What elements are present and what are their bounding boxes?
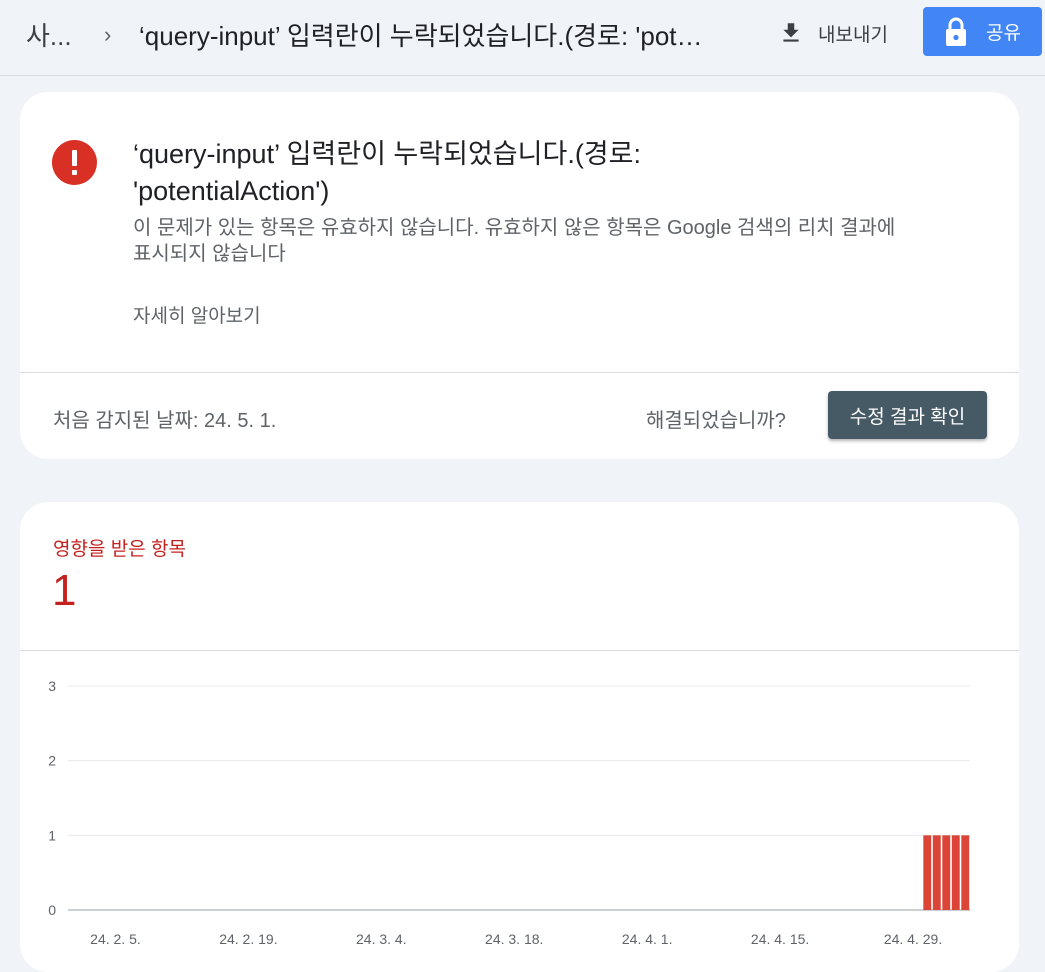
export-button[interactable]: 내보내기 [778,14,888,52]
top-bar: 사... › ‘query-input’ 입력란이 누락되었습니다.(경로: '… [0,0,1045,76]
chart-bar [961,835,970,910]
share-button[interactable]: 공유 [923,7,1042,56]
card-divider [20,372,1019,373]
chart-bar [923,835,932,910]
x-tick-label: 24. 2. 19. [219,931,277,947]
learn-more-link[interactable]: 자세히 알아보기 [133,301,261,328]
chart-bar [942,835,951,910]
resolved-question: 해결되었습니까? [646,410,786,432]
y-tick-label: 3 [48,678,56,694]
share-label: 공유 [986,23,1021,44]
exclamation-icon [72,150,77,175]
x-tick-label: 24. 4. 1. [622,931,673,947]
chart-bar [932,835,941,910]
x-tick-label: 24. 4. 29. [884,931,942,947]
x-tick-label: 24. 3. 18. [485,931,543,947]
affected-items-card: 영향을 받은 항목 1 0 1 2 3 24. 2. 5. 24. 2. 19. 24. 3… [20,502,1019,972]
issue-description: 이 문제가 있는 항목은 유효하지 않습니다. 유효하지 않은 항목은 Goog… [133,217,896,265]
y-tick-label: 1 [48,827,56,843]
issue-card: ‘query-input’ 입력란이 누락되었습니다.(경로: 'potenti… [20,92,1019,459]
export-label: 내보내기 [818,24,888,46]
first-detected-date: 처음 감지된 날짜: 24. 5. 1. [53,410,277,432]
chart-bar [951,835,960,910]
page-title: ‘query-input’ 입력란이 누락되었습니다.(경로: 'potenti… [139,21,714,51]
y-tick-label: 0 [48,902,56,918]
y-tick-label: 2 [48,753,56,769]
x-tick-label: 24. 4. 15. [751,931,809,947]
x-tick-label: 24. 3. 4. [356,931,407,947]
breadcrumb-root[interactable]: 사... [26,16,72,53]
validate-fix-button[interactable]: 수정 결과 확인 [828,391,987,439]
breadcrumb-chevron-icon: › [104,22,112,47]
download-icon [783,23,799,42]
issue-title: ‘query-input’ 입력란이 누락되었습니다.(경로: 'potenti… [133,139,641,206]
lock-icon [946,17,966,46]
x-tick-label: 24. 2. 5. [90,931,141,947]
affected-items-chart: 0 1 2 3 24. 2. 5. 24. 2. 19. 24. 3. 4. 24. 3. 1… [48,678,970,947]
error-icon [52,140,97,185]
